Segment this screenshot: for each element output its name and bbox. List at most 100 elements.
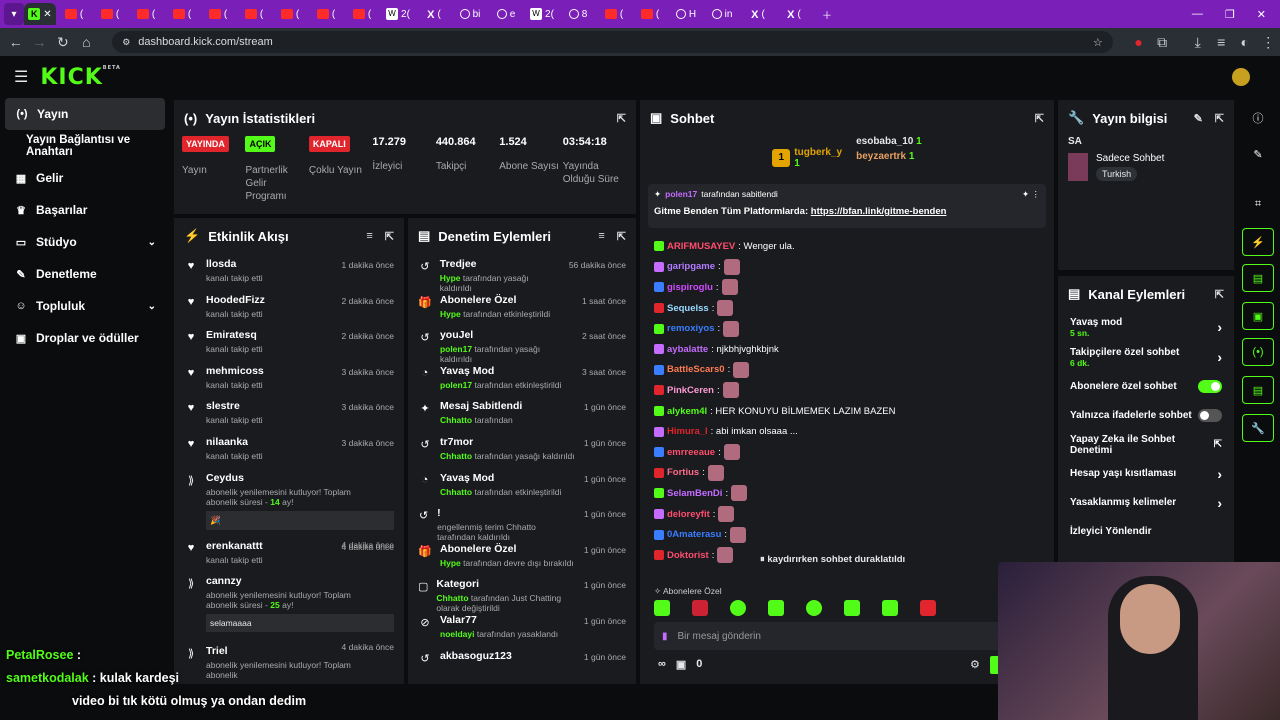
channel-action[interactable]: Yavaş mod 5 sn. ›: [1058, 312, 1234, 342]
event-row[interactable]: ♥ llosda kanalı takip etti 1 dakika önce: [174, 254, 404, 290]
chat-username[interactable]: Fortius: [667, 467, 699, 478]
popout-icon[interactable]: ⇱: [617, 112, 626, 125]
chat-username[interactable]: emrreeaue: [667, 447, 715, 458]
channel-action[interactable]: Abonelere özel sohbet: [1058, 372, 1234, 401]
chat-message[interactable]: PinkCeren:: [640, 380, 1054, 401]
emote-picker-icon[interactable]: ▮: [662, 631, 668, 642]
chat-settings-icon[interactable]: ⚙: [970, 658, 980, 671]
sidebar-item[interactable]: (•) Yayın: [5, 98, 165, 130]
profile-avatar[interactable]: ◐: [1233, 34, 1257, 50]
event-row[interactable]: ✦ Mesaj Sabitlendi Chhatto tarafından 1 gün…: [408, 396, 636, 432]
chat-username[interactable]: Doktorist: [667, 550, 709, 561]
edit-icon[interactable]: ✎: [1194, 112, 1203, 125]
edit-icon[interactable]: ✎: [1242, 140, 1274, 168]
bolt-icon[interactable]: ⚡: [1242, 228, 1274, 256]
chat-username[interactable]: ARIFMUSAYEV: [667, 241, 735, 252]
chevron-right-icon[interactable]: ›: [1217, 319, 1222, 335]
event-row[interactable]: ⟫ Ceydus abonelik yenilemesini kutluyor! T…: [174, 468, 404, 550]
sidebar-item[interactable]: ▣ Droplar ve ödüller: [0, 322, 170, 354]
filter-icon[interactable]: ≡: [366, 230, 372, 243]
popout-icon[interactable]: ⇱: [1215, 288, 1224, 301]
chat-message[interactable]: Fortius:: [640, 463, 1054, 484]
sidebar-item[interactable]: ▭ Stüdyo ⌄: [0, 226, 170, 258]
site-info-icon[interactable]: ⚙: [122, 37, 130, 48]
event-row[interactable]: ⟫ cannzy abonelik yenilemesini kutluyor! T…: [174, 571, 404, 652]
close-tab-icon[interactable]: ✕: [43, 9, 51, 20]
browser-tab[interactable]: (: [92, 3, 128, 25]
popout-icon[interactable]: ⇱: [385, 230, 394, 243]
emote-icon[interactable]: [768, 600, 784, 616]
clipboard-icon[interactable]: ▤: [1242, 264, 1274, 292]
event-row[interactable]: 🎁 Abonelere Özel Hype tarafından devre dış…: [408, 539, 636, 575]
channel-action[interactable]: Hesap yaşı kısıtlaması ›: [1058, 459, 1234, 488]
browser-tab[interactable]: e: [488, 3, 524, 25]
emote-icon[interactable]: [692, 600, 708, 616]
toggle-switch[interactable]: [1198, 409, 1222, 422]
browser-tab[interactable]: W 2(: [524, 3, 560, 25]
forward-icon[interactable]: →: [28, 34, 52, 50]
browser-tab[interactable]: (: [56, 3, 92, 25]
event-row[interactable]: ◔ Yavaş Mod Chhatto tarafından etkinleştir…: [408, 468, 636, 504]
media-icon[interactable]: ≡: [1209, 34, 1233, 50]
browser-tab[interactable]: in: [704, 3, 740, 25]
info-icon[interactable]: ⓘ: [1242, 104, 1274, 132]
emote-icon[interactable]: [844, 600, 860, 616]
channel-action[interactable]: Yalnızca ifadelerle sohbet: [1058, 401, 1234, 430]
channel-action[interactable]: Yapay Zeka ile Sohbet Denetimi ⇱: [1058, 430, 1234, 459]
browser-tab[interactable]: X(: [776, 3, 812, 25]
chat-message[interactable]: aybalatte: njkbhjvghkbjnk: [640, 339, 1054, 360]
browser-tab[interactable]: (: [128, 3, 164, 25]
bookmark-star-icon[interactable]: ☆: [1093, 36, 1103, 49]
chat-message[interactable]: BattleScars0:: [640, 360, 1054, 381]
chevron-right-icon[interactable]: ›: [1217, 495, 1222, 511]
chat-username[interactable]: BattleScars0: [667, 364, 725, 375]
chat-message[interactable]: ARIFMUSAYEV: Wenger ula.: [640, 236, 1054, 257]
browser-tab[interactable]: (: [236, 3, 272, 25]
event-row[interactable]: ↺ tr7mor Chhatto tarafından yasağı kaldırı…: [408, 432, 636, 468]
event-row[interactable]: ↺! engellenmiş terim Chhatto tarafından k…: [408, 503, 636, 542]
chat-username[interactable]: gispiroglu: [667, 282, 713, 293]
emote-icon[interactable]: [730, 600, 746, 616]
event-row[interactable]: ↺ akbasoguz123 1 gün önce: [408, 646, 636, 682]
browser-tab[interactable]: (: [632, 3, 668, 25]
chat-username[interactable]: 0Amaterasu: [667, 529, 721, 540]
toggle-switch[interactable]: [1198, 380, 1222, 393]
browser-tab[interactable]: (: [200, 3, 236, 25]
chat-bubble-icon[interactable]: ▣: [1242, 302, 1274, 330]
back-icon[interactable]: ←: [4, 34, 28, 50]
pinned-message[interactable]: ✦ polen17 tarafından sabitlendi ✦ ⋮ Gitme …: [648, 184, 1046, 228]
browser-tab[interactable]: (: [344, 3, 380, 25]
channel-action[interactable]: İzleyici Yönlendir: [1058, 517, 1234, 546]
chat-username[interactable]: aybalatte: [667, 344, 708, 355]
chat-message[interactable]: SelamBenDi:: [640, 483, 1054, 504]
emote-icon[interactable]: [806, 600, 822, 616]
chat-username[interactable]: deloreyfit: [667, 509, 710, 520]
chat-message[interactable]: alykem4l: HER KONUYU BİLMEMEK LAZIM BAZE…: [640, 401, 1054, 422]
event-row[interactable]: ♥ nilaanka kanalı takip etti 3 dakika önce: [174, 432, 404, 468]
browser-tab[interactable]: bi: [452, 3, 488, 25]
sidebar-item[interactable]: Yayın Bağlantısı ve Anahtarı: [0, 130, 170, 162]
chat-message[interactable]: gispiroglu:: [640, 277, 1054, 298]
chat-username[interactable]: Sequelss: [667, 303, 709, 314]
sidebar-item[interactable]: ✎ Denetleme: [0, 258, 170, 290]
browser-tab[interactable]: X(: [416, 3, 452, 25]
browser-tab[interactable]: (: [596, 3, 632, 25]
chat-username[interactable]: alykem4l: [667, 406, 707, 417]
menu-icon[interactable]: ⋮: [1257, 34, 1280, 51]
extensions-icon[interactable]: ⧉: [1150, 34, 1174, 51]
browser-tab[interactable]: (: [272, 3, 308, 25]
browser-tab[interactable]: 8: [560, 3, 596, 25]
chat-message[interactable]: Himura_l: abi imkan olsaaa ...: [640, 421, 1054, 442]
chat-message[interactable]: Sequelss:: [640, 298, 1054, 319]
event-row[interactable]: ↺ Tredjee Hype tarafından yasağı kaldırıld…: [408, 254, 636, 293]
tag-chip[interactable]: Turkish: [1096, 167, 1138, 181]
chevron-right-icon[interactable]: ›: [1217, 466, 1222, 482]
chat-username[interactable]: garipgame: [667, 261, 715, 272]
event-row[interactable]: 🎁 Abonelere Özel Hype tarafından etkinleşt…: [408, 290, 636, 326]
browser-tab[interactable]: X(: [740, 3, 776, 25]
browser-tab[interactable]: W 2(: [380, 3, 416, 25]
popout-icon[interactable]: ⇱: [1035, 112, 1044, 125]
event-row[interactable]: ♥ HoodedFizz kanalı takip etti 2 dakika önc…: [174, 290, 404, 326]
expand-icon[interactable]: ⌗: [1242, 190, 1274, 218]
browser-tab[interactable]: H: [668, 3, 704, 25]
